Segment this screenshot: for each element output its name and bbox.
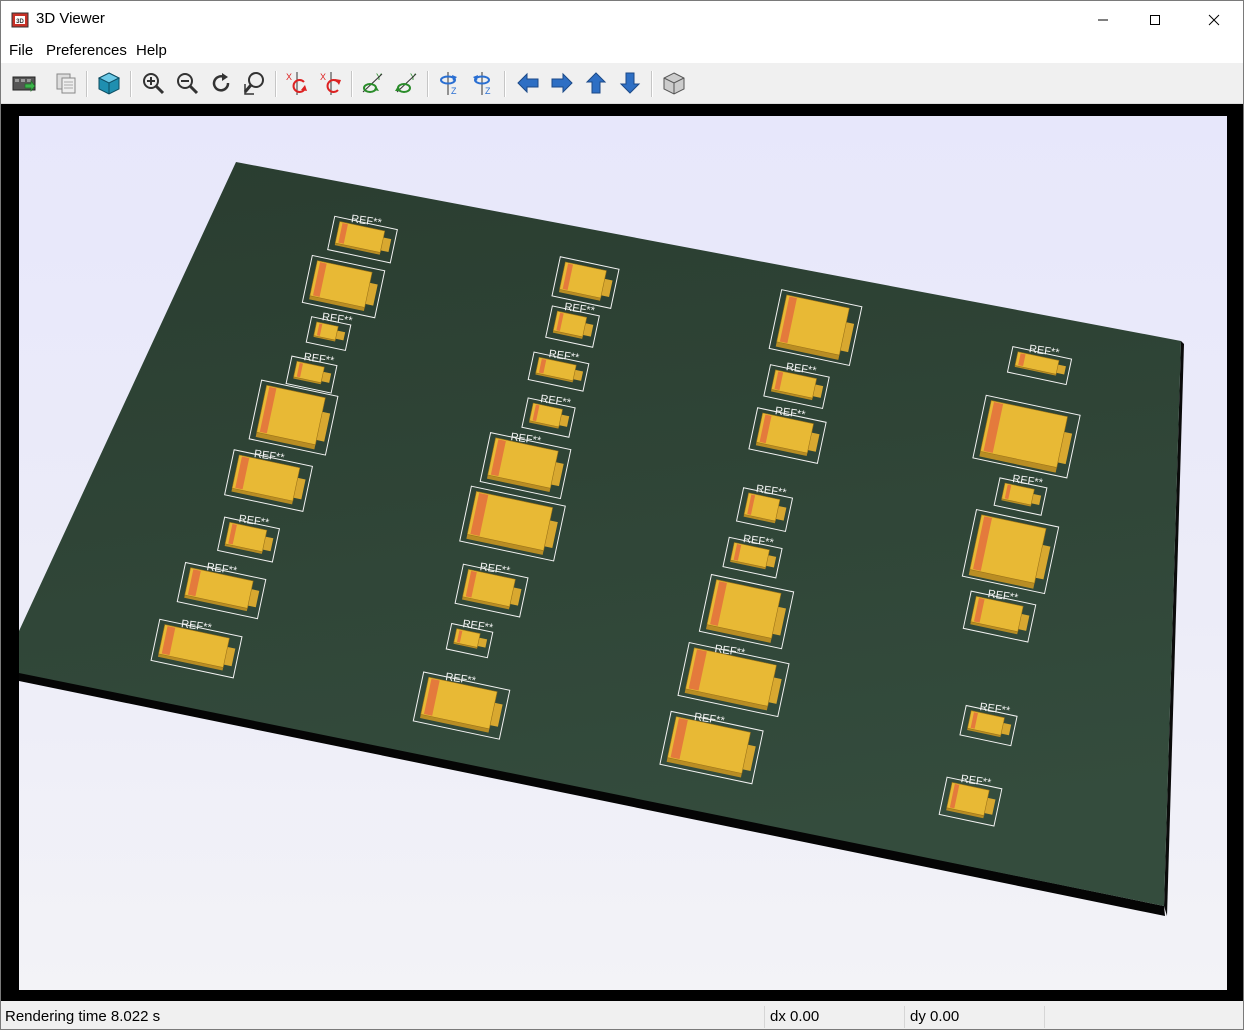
rotate-z-ccw-icon: Z xyxy=(473,72,491,96)
cube-icon xyxy=(97,72,121,95)
rotate-y-cw-button[interactable]: Y xyxy=(358,68,388,98)
reload-board-button[interactable] xyxy=(9,68,39,98)
title-bar: 3D 3D Viewer xyxy=(1,1,1243,39)
pcb-render: REF**REF**REF**REF**REF**REF**REF**REF**… xyxy=(19,162,1184,916)
menu-help[interactable]: Help xyxy=(136,42,167,59)
arrow-up-icon xyxy=(585,72,607,94)
dx-readout: dx 0.00 xyxy=(770,1008,820,1025)
toolbar: X X Y Y xyxy=(1,63,1243,104)
zoom-in-button[interactable] xyxy=(138,68,168,98)
status-separator xyxy=(764,1006,765,1028)
svg-text:Z: Z xyxy=(485,86,491,96)
pan-left-button[interactable] xyxy=(513,68,543,98)
toolbar-separator xyxy=(130,71,132,97)
arrow-down-icon xyxy=(619,72,641,94)
rotate-y-ccw-icon: Y xyxy=(395,72,417,93)
toolbar-separator xyxy=(427,71,429,97)
menu-preferences[interactable]: Preferences xyxy=(46,42,127,59)
toolbar-separator xyxy=(651,71,653,97)
reload-board-icon xyxy=(12,76,36,92)
menu-file[interactable]: File xyxy=(9,42,33,59)
3d-viewer-app-icon: 3D xyxy=(11,12,29,28)
maximize-button[interactable] xyxy=(1132,1,1178,39)
toolbar-separator xyxy=(86,71,88,97)
3d-canvas[interactable]: REF** REF** REF** REF** REF** REF** REF** REF**… xyxy=(19,116,1227,990)
redraw-icon xyxy=(212,73,230,92)
viewer-window: 3D 3D Viewer File Preferences Help X X Z… xyxy=(0,0,1244,1030)
rotate-x-ccw-icon: X xyxy=(320,72,341,95)
arrow-right-icon xyxy=(551,72,573,94)
svg-text:Z: Z xyxy=(451,86,457,96)
rotate-z-cw-icon: Z xyxy=(440,72,457,96)
minimize-button[interactable] xyxy=(1080,1,1126,39)
rotate-y-cw-icon: Y xyxy=(362,72,383,93)
svg-text:3D: 3D xyxy=(16,19,24,25)
iso-view-button[interactable] xyxy=(659,68,689,98)
zoom-out-icon xyxy=(177,73,199,95)
rotate-y-ccw-button[interactable]: Y xyxy=(392,68,422,98)
copy-image-icon xyxy=(56,73,76,94)
minimize-icon xyxy=(1098,19,1108,21)
zoom-in-icon xyxy=(143,73,165,95)
iso-cube-icon xyxy=(663,72,685,95)
pan-up-button[interactable] xyxy=(581,68,611,98)
status-separator xyxy=(904,1006,905,1028)
rotate-x-cw-icon: X xyxy=(286,72,307,95)
toolbar-separator xyxy=(504,71,506,97)
redraw-button[interactable] xyxy=(206,68,236,98)
maximize-icon xyxy=(1150,15,1160,25)
pan-down-button[interactable] xyxy=(615,68,645,98)
rotate-z-cw-button[interactable]: Z xyxy=(435,68,465,98)
rotate-x-ccw-button[interactable]: X xyxy=(316,68,346,98)
rotate-x-cw-button[interactable]: X xyxy=(282,68,312,98)
rotate-z-ccw-button[interactable]: Z xyxy=(469,68,499,98)
close-icon xyxy=(1208,14,1220,26)
toolbar-separator xyxy=(275,71,277,97)
toolbar-separator xyxy=(351,71,353,97)
zoom-fit-icon xyxy=(243,72,264,95)
rendering-time-text: Rendering time 8.022 s xyxy=(5,1008,161,1025)
menu-bar: File Preferences Help xyxy=(1,39,1243,63)
copy-image-button[interactable] xyxy=(51,68,81,98)
zoom-out-button[interactable] xyxy=(172,68,202,98)
close-button[interactable] xyxy=(1191,1,1237,39)
status-bar: Rendering time 8.022 s dx 0.00 dy 0.00 xyxy=(1,1004,1243,1029)
viewport-frame: REF** REF** REF** REF** REF** REF** REF** REF**… xyxy=(1,104,1243,1001)
arrow-left-icon xyxy=(517,72,539,94)
svg-text:X: X xyxy=(286,72,292,82)
svg-text:X: X xyxy=(320,72,326,82)
status-separator xyxy=(1044,1006,1045,1028)
zoom-fit-button[interactable] xyxy=(240,68,270,98)
pan-right-button[interactable] xyxy=(547,68,577,98)
dy-readout: dy 0.00 xyxy=(910,1008,960,1025)
window-title: 3D Viewer xyxy=(36,10,105,27)
render-raytrace-button[interactable] xyxy=(94,68,124,98)
